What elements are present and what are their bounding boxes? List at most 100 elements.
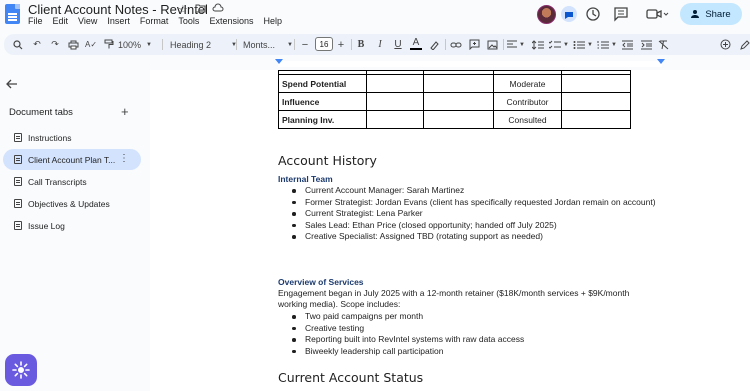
italic-icon[interactable]: I [374,37,386,52]
list-item: Two paid campaigns per month [278,311,658,323]
menu-file[interactable]: File [28,16,43,26]
ruler-track [278,61,662,67]
comments-icon[interactable] [613,6,631,22]
font-select[interactable]: Monts... ▼ [241,37,293,52]
tab-objectives-updates[interactable]: Objectives & Updates [3,193,141,214]
document-page: Spend Potential Moderate Influence Contr… [150,70,750,391]
list-item: Creative testing [278,323,658,335]
gemini-assist-icon[interactable] [719,37,731,52]
toolbar-divider [351,39,352,50]
tab-label: Client Account Plan T... [28,154,116,165]
toolbar-divider [236,39,237,50]
table-cell[interactable] [366,74,424,93]
table-cell[interactable]: Moderate [493,74,562,93]
menu-format[interactable]: Format [140,16,169,26]
table-cell[interactable]: Contributor [493,92,562,111]
meet-video-icon[interactable] [645,6,669,22]
print-icon[interactable] [67,37,79,52]
font-value: Monts... [243,39,276,50]
table-cell[interactable]: Planning Inv. [278,110,367,129]
table-cell[interactable]: Influence [278,92,367,111]
title-bar: Client Account Notes - RevIntel ☆ File E… [0,0,750,30]
menu-edit[interactable]: Edit [53,16,69,26]
document-tabs-heading: Document tabs [9,107,73,118]
table-cell[interactable] [366,110,424,129]
font-size-input[interactable]: 16 [315,37,333,51]
numbered-list-select[interactable]: ▼ [596,37,618,52]
text-color-icon[interactable]: A [410,37,422,50]
increase-font-size-button[interactable]: + [335,37,347,52]
decrease-indent-icon[interactable] [621,37,633,52]
stakeholder-table[interactable]: Spend Potential Moderate Influence Contr… [278,70,631,129]
zoom-value: 100% [118,39,142,50]
share-button[interactable]: Share [680,3,742,25]
editing-mode-icon[interactable] [739,37,750,52]
checklist-select[interactable]: ▼ [548,37,570,52]
services-heading: Overview of Services [278,277,364,287]
menu-insert[interactable]: Insert [107,16,130,26]
list-item: Biweekly leadership call participation [278,346,658,358]
move-folder-icon[interactable] [195,3,206,16]
menu-extensions[interactable]: Extensions [209,16,253,26]
menu-tools[interactable]: Tools [178,16,199,26]
list-item: Former Strategist: Jordan Evans (client … [278,197,658,209]
star-icon[interactable]: ☆ [178,3,188,16]
table-row: Spend Potential Moderate [278,74,631,93]
history-icon[interactable] [585,6,603,22]
left-indent-marker[interactable] [275,59,283,64]
paragraph-style-select[interactable]: Heading 2 ▼ [168,37,238,52]
table-cell[interactable]: Consulted [493,110,562,129]
docs-logo-icon[interactable] [5,4,20,24]
table-cell[interactable]: Spend Potential [278,74,367,93]
add-comment-icon[interactable] [468,37,480,52]
tab-instructions[interactable]: Instructions [3,127,141,148]
search-menus-icon[interactable] [12,37,24,52]
bulleted-list-select[interactable]: ▼ [572,37,594,52]
tab-client-account-plan[interactable]: Client Account Plan T... ⋮ [3,149,141,170]
line-spacing-icon[interactable] [530,37,546,52]
account-history-heading: Account History [278,153,377,168]
document-tab-icon [14,221,22,230]
undo-icon[interactable]: ↶ [31,37,43,52]
decrease-font-size-button[interactable]: − [299,37,311,52]
chevron-down-icon: ▼ [563,41,569,48]
clear-formatting-icon[interactable] [657,37,669,52]
increase-indent-icon[interactable] [640,37,652,52]
table-cell[interactable] [423,74,494,93]
table-cell[interactable] [561,110,631,129]
table-cell[interactable] [561,74,631,93]
tab-label: Issue Log [28,220,65,231]
table-cell[interactable] [366,92,424,111]
cloud-status-icon[interactable] [212,3,224,16]
zoom-select[interactable]: 100% ▼ [118,37,152,52]
table-cell[interactable] [423,92,494,111]
document-canvas[interactable]: Spend Potential Moderate Influence Contr… [150,70,750,391]
insert-link-icon[interactable] [450,37,462,52]
add-tab-icon[interactable]: + [121,104,129,119]
chevron-down-icon: ▼ [611,41,617,48]
extension-fab-button[interactable] [5,354,37,386]
tab-call-transcripts[interactable]: Call Transcripts [3,171,141,192]
insert-image-icon[interactable] [486,37,498,52]
more-options-icon[interactable]: ⋮ [119,153,129,164]
underline-icon[interactable]: U [392,37,404,52]
tab-issue-log[interactable]: Issue Log [3,215,141,236]
right-indent-marker[interactable] [657,59,665,64]
bold-icon[interactable]: B [355,37,367,52]
toolbar: ↶ ↷ A✓ 100% ▼ Heading 2 ▼ Monts... ▼ − 1… [4,34,750,55]
menu-view[interactable]: View [78,16,97,26]
tab-label: Objectives & Updates [28,198,110,209]
user-avatar[interactable] [537,5,556,24]
paint-format-icon[interactable] [103,37,115,52]
spellcheck-icon[interactable]: A✓ [85,37,97,52]
align-select[interactable]: ▼ [506,37,526,52]
redo-icon[interactable]: ↷ [49,37,61,52]
chevron-down-icon: ▼ [287,41,293,48]
gemini-chat-icon[interactable] [560,6,578,22]
table-cell[interactable] [423,110,494,129]
highlight-color-icon[interactable] [428,37,440,52]
back-arrow-icon[interactable] [6,78,18,92]
share-label: Share [705,8,731,20]
menu-help[interactable]: Help [263,16,282,26]
table-cell[interactable] [561,92,631,111]
